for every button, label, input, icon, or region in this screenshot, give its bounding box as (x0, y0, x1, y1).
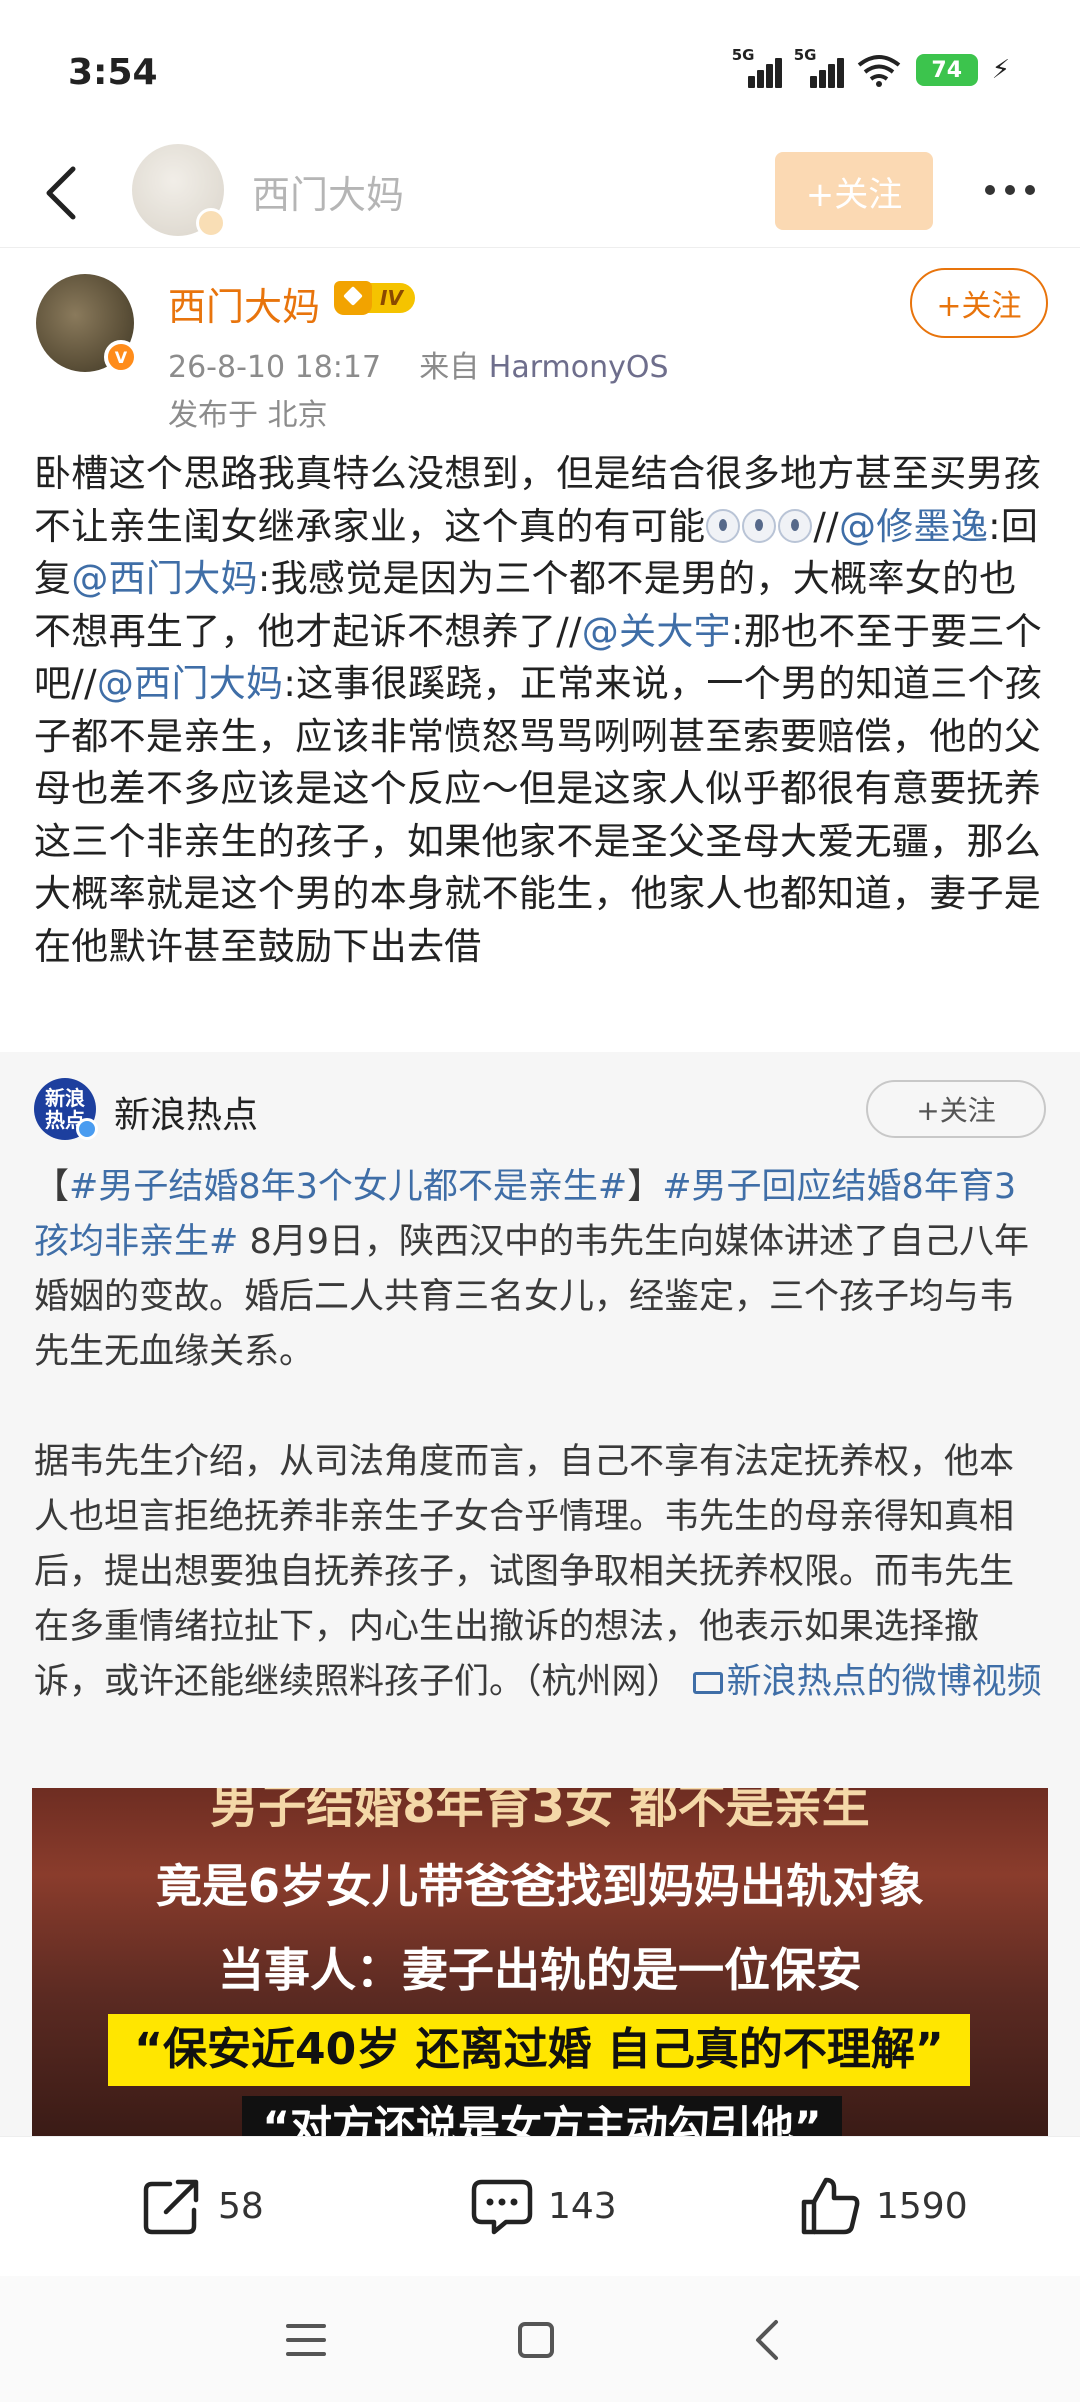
video-thumbnail[interactable]: 男子结婚8年育3女 都不是亲生 竟是6岁女儿带爸爸找到妈妈出轨对象 当事人：妻子… (32, 1788, 1048, 2136)
source-prefix: 来自 (419, 350, 480, 385)
level-badge: IV (334, 278, 415, 318)
network-type-label: 5G (731, 46, 755, 64)
post-author: V 西门大妈 IV 26-8-10 18:17 来自 HarmonyOS 发布于… (0, 268, 1080, 438)
nav-title: 西门大妈 (252, 173, 405, 217)
nav-avatar[interactable] (132, 144, 226, 238)
share-count: 58 (218, 2185, 264, 2227)
signal-icon: 5G (794, 46, 844, 88)
home-icon (518, 2322, 554, 2358)
thumb-caption: 男子结婚8年育3女 都不是亲生 (210, 1788, 870, 1834)
network-type-label: 5G (793, 46, 817, 64)
thumb-caption: “保安近40岁 还离过婚 自己真的不理解” (108, 2014, 970, 2086)
more-icon (985, 185, 995, 195)
hashtag-link[interactable]: #男子结婚8年3个女儿都不是亲生# (69, 1167, 627, 1207)
follow-button[interactable]: +关注 (910, 268, 1048, 338)
comment-button[interactable]: 143 (470, 2171, 617, 2241)
post-meta: 26-8-10 18:17 来自 HarmonyOS (168, 342, 669, 386)
menu-icon (286, 2324, 326, 2356)
repost-avatar[interactable]: 新浪热点 (34, 1078, 98, 1140)
battery-icon: 74 (915, 54, 978, 86)
emoji-icon (778, 508, 813, 543)
wifi-icon (857, 55, 900, 87)
more-button[interactable] (975, 170, 1045, 210)
status-time: 3:54 (68, 52, 158, 93)
emoji-icon (742, 508, 777, 543)
share-icon (143, 2179, 199, 2235)
thumb-caption: 当事人：妻子出轨的是一位保安 (218, 1943, 862, 1997)
mention-link[interactable]: @西门大妈 (97, 662, 284, 705)
thumb-caption: “对方还说是女方主动勾引他” (242, 2096, 842, 2136)
verified-icon (196, 208, 226, 238)
repost-author-name[interactable]: 新浪热点 (114, 1086, 258, 1138)
back-button[interactable] (30, 160, 90, 226)
like-button[interactable]: 1590 (798, 2171, 968, 2241)
recent-apps-button[interactable] (278, 2312, 334, 2368)
emoji-icon (706, 508, 741, 543)
post-text: 卧槽这个思路我真特么没想到，但是结合很多地方甚至买男孩不让亲生闺女继承家业，这个… (34, 452, 1043, 968)
mention-link[interactable]: @修墨逸 (839, 505, 988, 548)
author-name[interactable]: 西门大妈 (168, 276, 320, 331)
verified-icon (76, 1118, 98, 1140)
signal-icon: 5G (732, 46, 782, 88)
share-button[interactable]: 58 (140, 2171, 264, 2241)
system-back-button[interactable] (738, 2312, 794, 2368)
post-source: HarmonyOS (488, 350, 669, 385)
comment-count: 143 (548, 2185, 617, 2227)
home-button[interactable] (508, 2312, 564, 2368)
system-nav-bar (0, 2276, 1080, 2402)
repost-text: 【#男子结婚8年3个女儿都不是亲生#】#男子回应结婚8年育3孩均非亲生# 8月9… (34, 1167, 1042, 1702)
thumb-caption: 竟是6岁女儿带爸爸找到妈妈出轨对象 (155, 1859, 924, 1913)
charging-icon: ⚡ (991, 55, 1010, 85)
action-bar: 58 143 1590 (0, 2136, 1080, 2276)
post-location: 发布于 北京 (168, 398, 328, 433)
status-bar: 3:54 5G 5G 74 ⚡ (0, 0, 1080, 140)
mention-link[interactable]: @关大宇 (582, 610, 731, 653)
video-link[interactable]: 新浪热点的微博视频 (692, 1662, 1042, 1702)
repost-follow-button[interactable]: +关注 (866, 1080, 1046, 1138)
video-icon (692, 1672, 723, 1694)
like-icon (801, 2177, 860, 2235)
status-icons: 5G 5G 74 ⚡ (732, 46, 1010, 88)
mention-link[interactable]: @西门大妈 (71, 557, 258, 600)
verified-icon: V (104, 340, 138, 374)
post-date: 26-8-10 18:17 (168, 350, 382, 385)
repost-card[interactable]: 新浪热点 新浪热点 +关注 【#男子结婚8年3个女儿都不是亲生#】#男子回应结婚… (0, 1052, 1080, 2136)
back-icon (46, 166, 76, 220)
nav-follow-button[interactable]: +关注 (775, 152, 933, 230)
level-label: IV (368, 283, 415, 313)
top-nav: 西门大妈 +关注 (0, 140, 1080, 248)
crown-icon (334, 281, 372, 315)
comment-icon (471, 2179, 533, 2235)
repost-header: 新浪热点 新浪热点 +关注 (34, 1078, 1046, 1144)
like-count: 1590 (876, 2185, 968, 2227)
nav-back-icon (756, 2320, 778, 2360)
